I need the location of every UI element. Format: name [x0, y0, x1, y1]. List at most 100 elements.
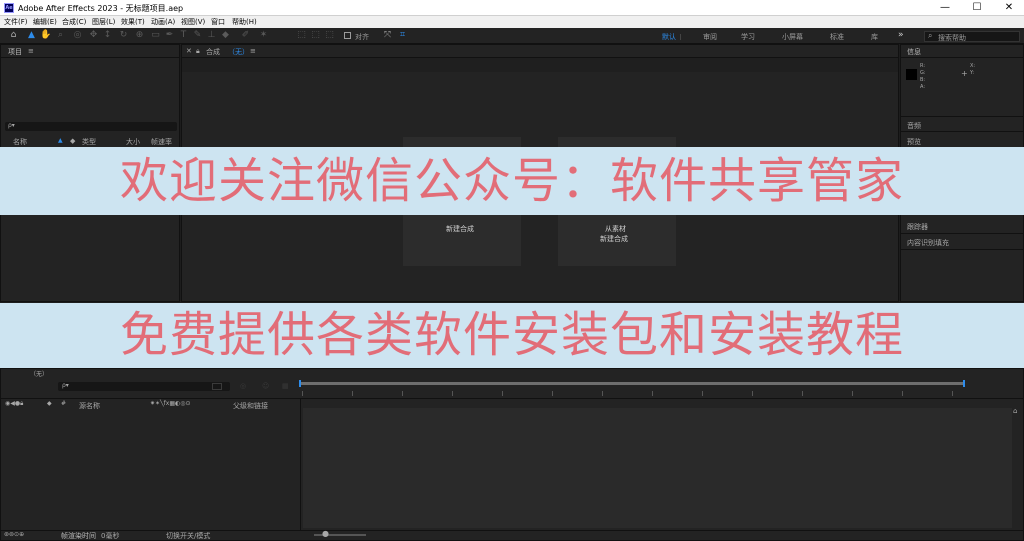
comp-panel-menu-icon[interactable]: ≡ [250, 47, 256, 55]
rectangle-tool-icon[interactable]: ▭ [150, 30, 161, 41]
column-name[interactable]: 名称 [13, 137, 27, 147]
zoom-tool-icon[interactable]: ⌕ [55, 30, 66, 41]
snap-option-icon[interactable]: ⤧ [382, 30, 393, 41]
crosshair-icon: + [961, 69, 968, 78]
project-panel-title[interactable]: 项目 [8, 47, 22, 57]
project-header-divider [1, 57, 179, 58]
timeline-header-divider [0, 398, 1024, 399]
home-icon[interactable]: ⌂ [8, 30, 19, 41]
selection-tool-icon[interactable]: ▲ [26, 30, 37, 41]
column-parent-link[interactable]: 父级和链接 [233, 401, 268, 411]
composition-tab-title[interactable]: 合成 [206, 47, 220, 57]
roto-brush-tool-icon[interactable]: ✐ [240, 30, 251, 41]
timeline-search-icon: ρ▾ [62, 382, 69, 389]
info-panel-title[interactable]: 信息 [907, 47, 921, 57]
eraser-tool-icon[interactable]: ◆ [220, 30, 231, 41]
menu-animation[interactable]: 动画(A) [151, 17, 175, 27]
column-frame-rate[interactable]: 帧速率 [151, 137, 172, 147]
tracker-panel-tab[interactable]: 跟踪器 [907, 222, 928, 232]
hand-tool-icon[interactable]: ✋ [40, 30, 51, 41]
workspace-learn[interactable]: 学习 [741, 32, 755, 42]
search-help-placeholder: 搜索帮助 [938, 34, 966, 42]
tracker-divider [901, 233, 1023, 234]
shy-layers-icon[interactable]: ☺ [262, 382, 269, 390]
menu-window[interactable]: 窗口 [211, 17, 225, 27]
project-search-icon: ρ▾ [8, 122, 15, 129]
comp-mini-flowchart-icon[interactable] [212, 383, 222, 390]
brush-tool-icon[interactable]: ✎ [192, 30, 203, 41]
menu-effect[interactable]: 效果(T) [121, 17, 145, 27]
timeline-title[interactable]: （无） [30, 369, 48, 378]
render-time-value: 0毫秒 [101, 532, 120, 540]
label-column-icon[interactable]: ◆ [47, 400, 52, 407]
render-time-label: 帧渲染时间 [61, 532, 96, 540]
menu-composition[interactable]: 合成(C) [62, 17, 86, 27]
snap-checkbox[interactable] [344, 32, 351, 39]
work-area-end-handle[interactable] [963, 380, 965, 387]
workspace-libraries[interactable]: 库 [871, 32, 878, 42]
menu-file[interactable]: 文件(F) [4, 17, 28, 27]
workspace-review[interactable]: 审阅 [703, 32, 717, 42]
switches-column-icons[interactable]: ✷✶╲fx▦◐◎⊙ [150, 400, 191, 407]
axis-view-icon[interactable]: ⬚ [324, 30, 335, 41]
workspace-standard[interactable]: 标准 [830, 32, 844, 42]
snap-label: 对齐 [355, 33, 369, 41]
timeline-search-input[interactable] [58, 382, 230, 391]
workspace-overflow-button[interactable]: » [898, 30, 904, 40]
info-y: Y: [970, 70, 975, 76]
menu-help[interactable]: 帮助(H) [232, 17, 257, 27]
window-title: Adobe After Effects 2023 - 无标题项目.aep [18, 4, 184, 13]
zoom-slider-thumb[interactable]: ● [322, 529, 329, 538]
current-time-indicator-icon[interactable]: ⌂ [1013, 407, 1017, 415]
orbit-tool-icon[interactable]: ◎ [72, 30, 83, 41]
pan-behind-tool-icon[interactable]: ⊕ [134, 30, 145, 41]
timeline-splitter[interactable] [300, 398, 301, 530]
workspace-default[interactable]: 默认 [662, 32, 676, 42]
project-search-input[interactable] [5, 122, 177, 131]
pen-tool-icon[interactable]: ✒ [164, 30, 175, 41]
menu-view[interactable]: 视图(V) [181, 17, 205, 27]
menu-layer[interactable]: 图层(L) [92, 17, 115, 27]
info-g: G: [920, 70, 926, 76]
search-icon: ⌕ [928, 31, 933, 40]
menu-edit[interactable]: 编辑(E) [33, 17, 57, 27]
frame-blending-icon[interactable]: ▦ [282, 382, 289, 390]
number-column-icon: # [61, 400, 67, 407]
label-tag-icon[interactable]: ◆ [70, 137, 75, 145]
puppet-tool-icon[interactable]: ✶ [258, 30, 269, 41]
audio-divider [901, 131, 1023, 132]
close-tab-icon[interactable]: ✕ [186, 47, 192, 55]
info-b: B: [920, 77, 926, 83]
clone-stamp-tool-icon[interactable]: ⊥ [206, 30, 217, 41]
time-ruler[interactable] [302, 391, 1002, 396]
close-button[interactable]: ✕ [994, 0, 1024, 16]
column-type[interactable]: 类型 [82, 137, 96, 147]
minimize-button[interactable]: — [930, 0, 960, 16]
lock-icon[interactable]: 🔒︎ [196, 47, 200, 56]
av-features-icons[interactable]: ◉◀●🔒︎ [5, 400, 23, 408]
workspace-separator [680, 34, 681, 40]
toggle-switches-modes-button[interactable]: 切换开关/模式 [166, 531, 210, 541]
content-aware-divider [901, 249, 1023, 250]
sort-up-icon[interactable]: ▲ [58, 137, 63, 144]
axis-local-icon[interactable]: ⬚ [296, 30, 307, 41]
column-source-name[interactable]: 源名称 [79, 401, 100, 411]
panel-menu-icon[interactable]: ≡ [28, 47, 34, 55]
pan-tool-icon[interactable]: ✥ [88, 30, 99, 41]
draft-3d-icon[interactable]: ◎ [240, 382, 246, 390]
info-header-divider [901, 57, 1023, 58]
preview-panel-tab[interactable]: 预览 [907, 137, 921, 147]
snap-feather-icon[interactable]: ⌗ [397, 30, 408, 41]
column-size[interactable]: 大小 [126, 137, 140, 147]
content-aware-fill-tab[interactable]: 内容识别填充 [907, 238, 949, 248]
work-area-bar[interactable] [301, 382, 963, 385]
axis-world-icon[interactable]: ⬚ [310, 30, 321, 41]
rotate-tool-icon[interactable]: ↻ [118, 30, 129, 41]
dolly-tool-icon[interactable]: ↕ [102, 30, 113, 41]
footer-switch-icons[interactable]: ⊛⊚⊙⊕ [4, 531, 24, 538]
workspace-small-screen[interactable]: 小屏幕 [782, 32, 803, 42]
type-tool-icon[interactable]: T [178, 30, 189, 41]
timeline-track-area[interactable] [303, 408, 1012, 528]
audio-panel-tab[interactable]: 音频 [907, 121, 921, 131]
maximize-button[interactable]: ☐ [962, 0, 992, 16]
